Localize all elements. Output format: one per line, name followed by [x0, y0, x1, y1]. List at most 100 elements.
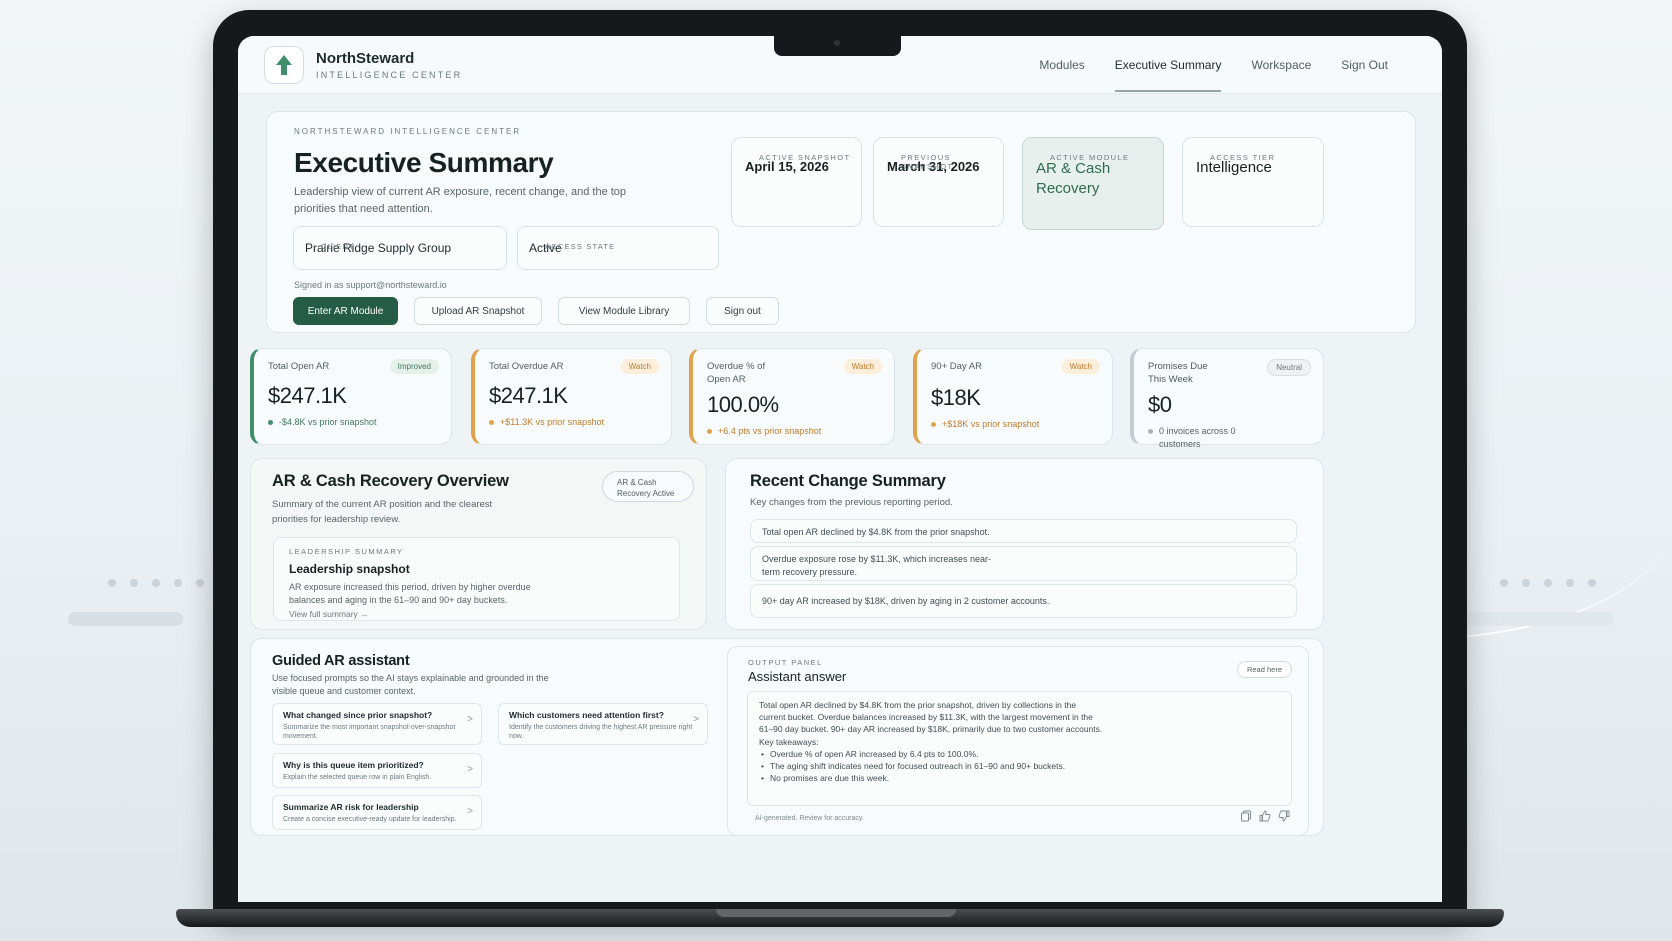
enter-ar-module-button[interactable]: Enter AR Module [293, 297, 398, 325]
kpi-card-total-overdue-ar[interactable]: Total Overdue AR Watch $247.1K +$11.3K v… [471, 348, 672, 445]
kpi-card-90-day-ar[interactable]: 90+ Day AR Watch $18K +$18K vs prior sna… [913, 348, 1113, 445]
brand-subtitle: INTELLIGENCE CENTER [316, 69, 463, 80]
prompt-subtitle: Create a concise executive-ready update … [283, 816, 457, 823]
client-field: CLIENT Prairie Ridge Supply Group [293, 226, 507, 270]
view-full-summary-link[interactable]: View full summary → [289, 609, 664, 619]
overview-title: AR & Cash Recovery Overview [272, 472, 509, 490]
kpi-delta: +6.4 pts vs prior snapshot [707, 425, 880, 438]
prompt-title: Which customers need attention first? [509, 710, 664, 720]
prompt-summarize-risk[interactable]: Summarize AR risk for leadership Create … [272, 795, 482, 830]
output-panel: OUTPUT PANEL Assistant answer Read here … [727, 646, 1309, 836]
access-state-label: ACCESS STATE [545, 242, 616, 251]
status-badge: Watch [1061, 359, 1100, 374]
thumbs-down-icon[interactable] [1278, 809, 1290, 822]
leadership-summary-box: LEADERSHIP SUMMARY Leadership snapshot A… [273, 537, 680, 621]
active-module-value: AR & Cash Recovery [1036, 160, 1111, 197]
kpi-delta: -$4.8K vs prior snapshot [268, 416, 437, 429]
kpi-delta: 0 invoices across 0 customers [1148, 425, 1258, 451]
nav-executive-summary[interactable]: Executive Summary [1114, 52, 1221, 92]
camera-icon [834, 40, 840, 46]
guided-description: Use focused prompts so the AI stays expl… [272, 673, 549, 696]
kpi-label: Promises Due This Week [1148, 361, 1208, 385]
active-module-label: ACTIVE MODULE [1050, 153, 1130, 162]
change-item: Overdue exposure rose by $11.3K, which i… [750, 546, 1297, 581]
status-dot-icon [1148, 429, 1153, 434]
assistant-answer-box: Total open AR declined by $4.8K from the… [747, 691, 1292, 806]
background-dots [1500, 579, 1596, 587]
laptop-screen: NorthSteward INTELLIGENCE CENTER Modules… [238, 36, 1442, 902]
prompt-title: What changed since prior snapshot? [283, 710, 433, 720]
chevron-right-icon: > [467, 806, 473, 817]
recent-change-panel: Recent Change Summary Key changes from t… [725, 458, 1324, 630]
thumbs-up-icon[interactable] [1259, 809, 1271, 822]
status-dot-icon [489, 420, 494, 425]
prompt-what-changed[interactable]: What changed since prior snapshot? Summa… [272, 703, 482, 745]
prompt-subtitle: Explain the selected queue row in plain … [283, 774, 432, 781]
status-badge: Improved [389, 359, 439, 374]
previous-snapshot-card: PREVIOUS SNAPSHOT March 31, 2026 [873, 137, 1004, 227]
view-module-library-button[interactable]: View Module Library [558, 297, 690, 325]
recent-title: Recent Change Summary [750, 472, 946, 490]
nav-sign-out[interactable]: Sign Out [1341, 52, 1388, 78]
brand-name: NorthSteward [316, 49, 415, 67]
kpi-card-total-open-ar[interactable]: Total Open AR Improved $247.1K -$4.8K vs… [250, 348, 452, 445]
kpi-value: $247.1K [489, 383, 568, 408]
leadership-title: Leadership snapshot [289, 562, 410, 576]
prompt-subtitle: Identify the customers driving the highe… [509, 724, 693, 740]
kpi-value: $0 [1148, 392, 1172, 417]
kpi-card-promises-due[interactable]: Promises Due This Week Neutral $0 0 invo… [1130, 348, 1324, 449]
takeaways-list: Overdue % of open AR increased by 6.4 pt… [759, 748, 1280, 785]
prompt-which-customers[interactable]: Which customers need attention first? Id… [498, 703, 708, 745]
guided-assistant-panel: Guided AR assistant Use focused prompts … [250, 638, 1324, 836]
copy-icon[interactable] [1240, 809, 1252, 822]
takeaway-item: The aging shift indicates need for focus… [759, 760, 1280, 772]
hero-panel: NORTHSTEWARD INTELLIGENCE CENTER Executi… [266, 111, 1416, 333]
access-tier-card: ACCESS TIER Intelligence [1182, 137, 1324, 227]
status-badge: Neutral [1267, 359, 1311, 376]
page-description: Leadership view of current AR exposure, … [294, 186, 627, 215]
status-badge: Watch [620, 359, 659, 374]
active-module-card[interactable]: ACTIVE MODULE AR & Cash Recovery [1022, 137, 1164, 230]
takeaways-label: Key takeaways: [759, 736, 819, 747]
prompt-title: Why is this queue item prioritized? [283, 760, 424, 770]
active-snapshot-card: ACTIVE SNAPSHOT April 15, 2026 [731, 137, 862, 227]
brand: NorthSteward INTELLIGENCE CENTER [316, 50, 462, 80]
active-snapshot-label: ACTIVE SNAPSHOT [759, 153, 851, 162]
logo-icon[interactable] [264, 45, 304, 84]
nav-modules[interactable]: Modules [1039, 52, 1084, 78]
access-tier-label: ACCESS TIER [1210, 153, 1276, 162]
background-dots [108, 579, 204, 587]
page-title: Executive Summary [294, 147, 554, 178]
kpi-delta-text: 0 invoices across 0 customers [1159, 426, 1236, 449]
answer-text: Total open AR declined by $4.8K from the… [759, 700, 1103, 735]
signed-in-text: Signed in as support@northsteward.io [294, 280, 447, 290]
kpi-label: 90+ Day AR [931, 361, 982, 372]
feedback-icons [1240, 809, 1290, 822]
module-active-badge: AR & Cash Recovery Active [602, 471, 694, 502]
takeaway-item: No promises are due this week. [759, 772, 1280, 784]
kpi-card-overdue-percent[interactable]: Overdue % of Open AR Watch 100.0% +6.4 p… [689, 348, 895, 445]
kpi-delta-text: +6.4 pts vs prior snapshot [718, 426, 822, 436]
status-dot-icon [268, 420, 273, 425]
upload-ar-snapshot-button[interactable]: Upload AR Snapshot [414, 297, 542, 325]
sign-out-button[interactable]: Sign out [706, 297, 779, 325]
kpi-label: Overdue % of Open AR [707, 361, 766, 385]
read-here-button[interactable]: Read here [1236, 661, 1292, 678]
chevron-right-icon: > [467, 714, 473, 725]
laptop-base-notch [716, 909, 956, 917]
kpi-delta-text: +$18K vs prior snapshot [942, 419, 1040, 429]
ar-overview-panel: AR & Cash Recovery Overview Summary of t… [250, 458, 707, 630]
guided-title: Guided AR assistant [272, 653, 410, 669]
ai-disclaimer: AI-generated. Review for accuracy. [755, 815, 864, 822]
previous-snapshot-label: PREVIOUS SNAPSHOT [901, 153, 954, 171]
kpi-value: $18K [931, 385, 981, 410]
prompt-why-prioritized[interactable]: Why is this queue item prioritized? Expl… [272, 753, 482, 788]
nav-links: Modules Executive Summary Workspace Sign… [1039, 52, 1388, 92]
status-dot-icon [931, 422, 936, 427]
overview-description: Summary of the current AR position and t… [272, 499, 493, 525]
change-item: 90+ day AR increased by $18K, driven by … [750, 584, 1297, 618]
chevron-right-icon: > [693, 714, 699, 725]
prompt-subtitle: Summarize the most important snapshot-ov… [283, 724, 456, 740]
recent-description: Key changes from the previous reporting … [750, 497, 953, 508]
nav-workspace[interactable]: Workspace [1251, 52, 1311, 78]
